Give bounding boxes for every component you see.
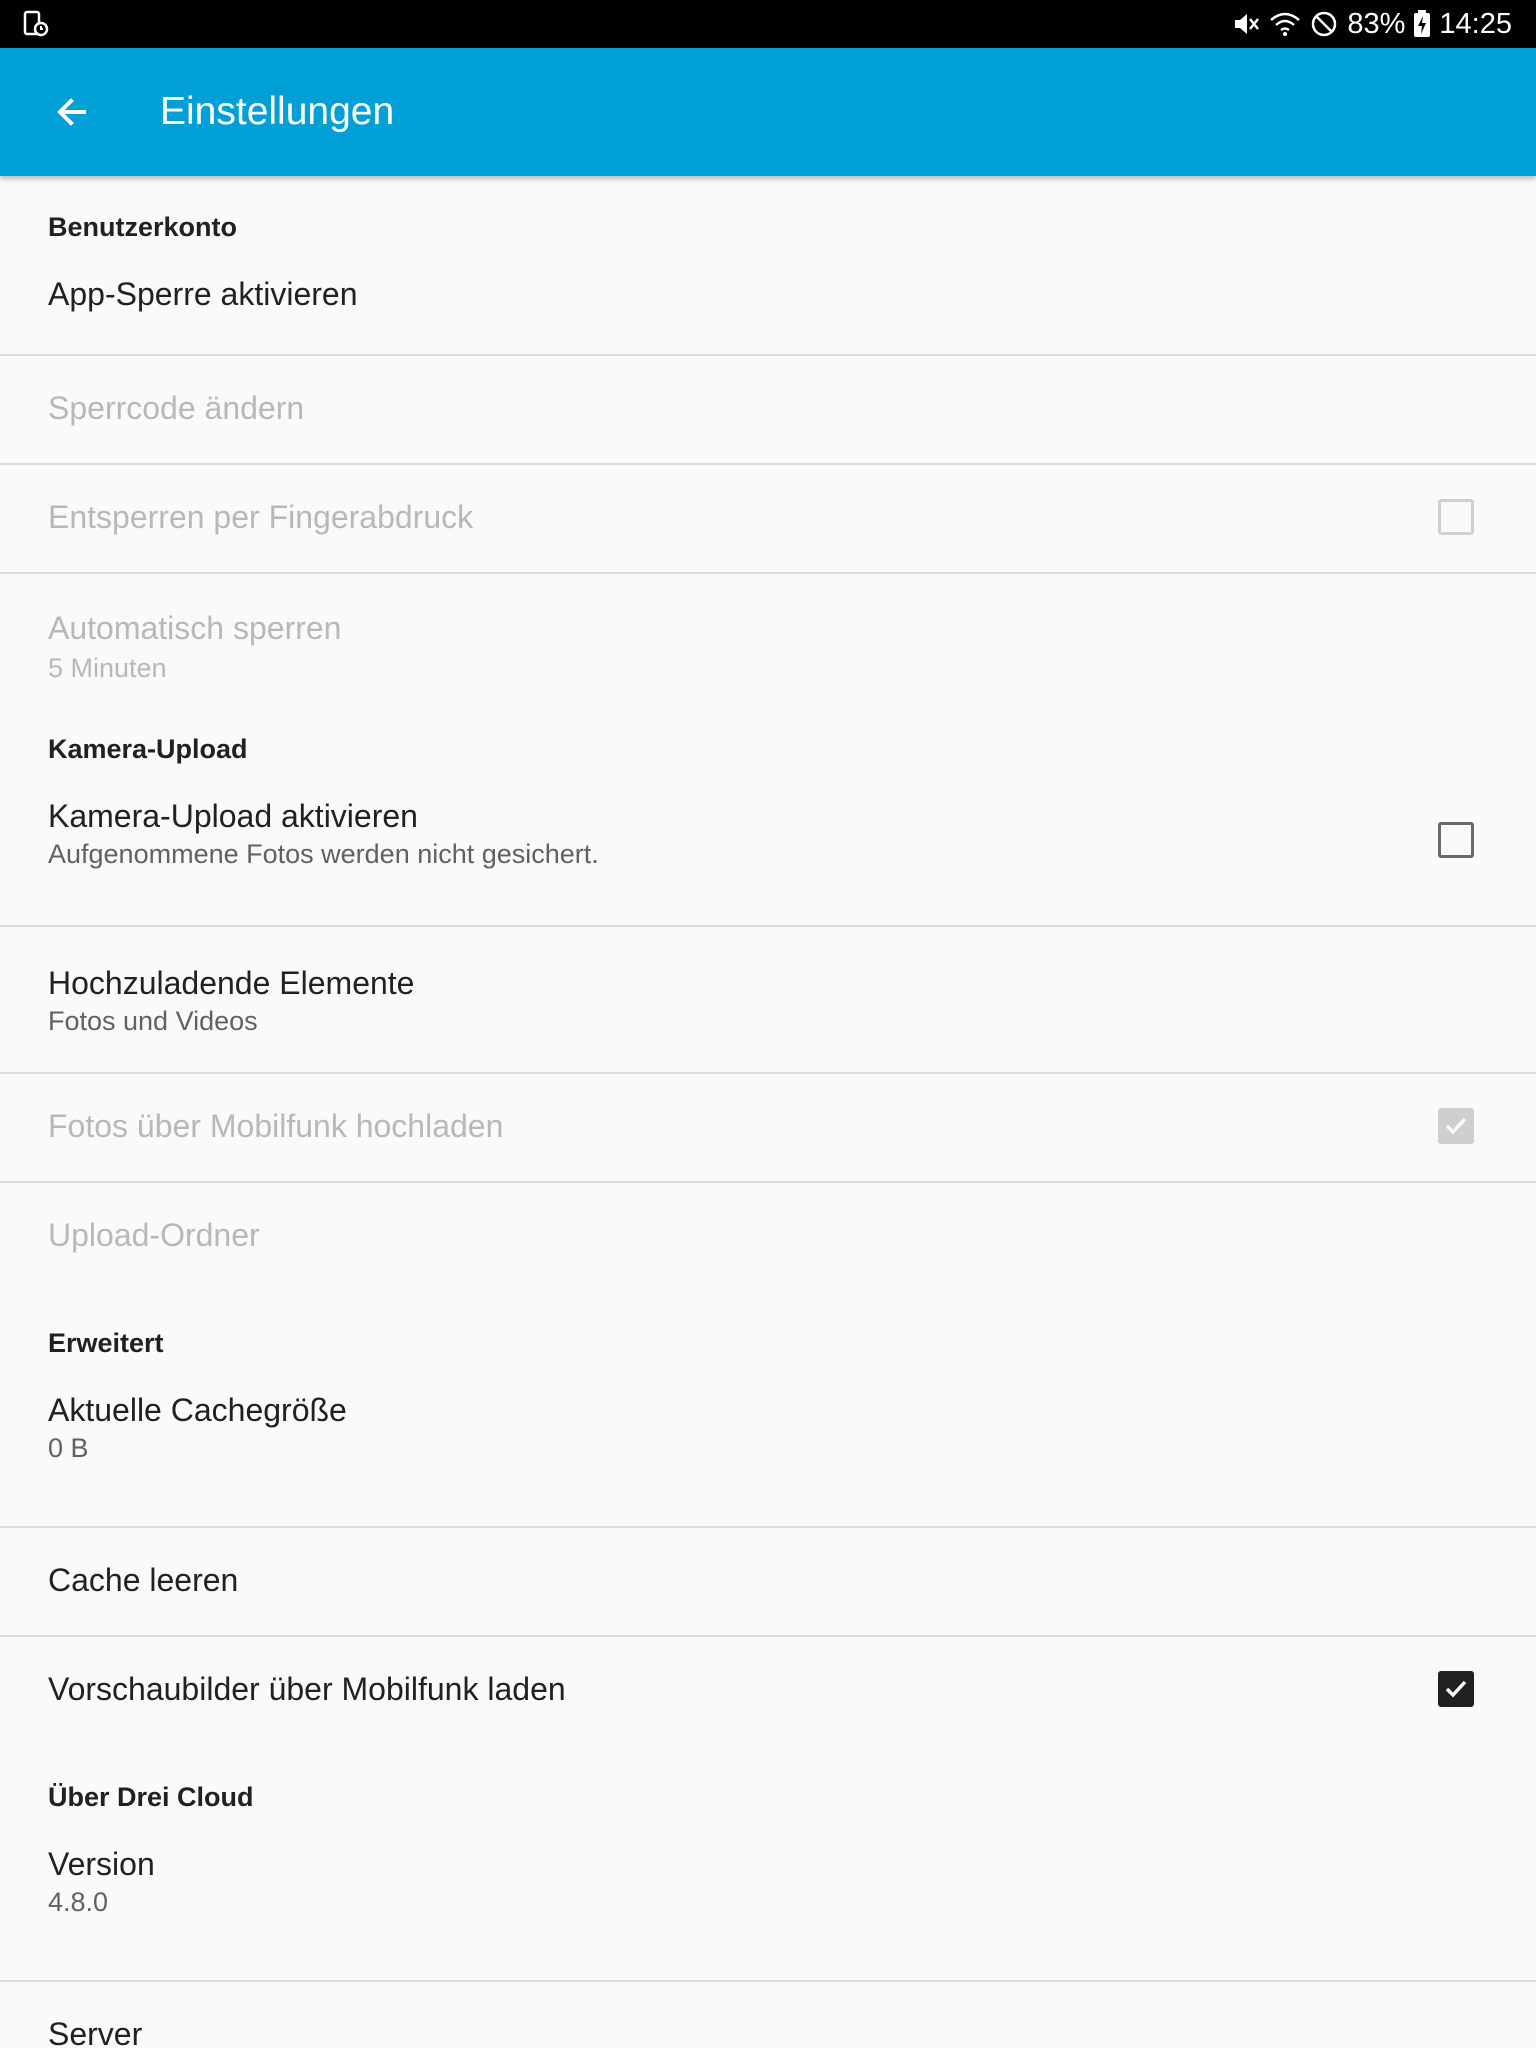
pref-summary: Fotos und Videos xyxy=(48,1006,258,1036)
status-icons: 83% 14:25 xyxy=(1231,0,1512,48)
pref-clear-cache[interactable]: Cache leeren xyxy=(0,1528,1536,1637)
fingerprint-checkbox[interactable] xyxy=(1438,499,1474,535)
pref-title: Automatisch sperren xyxy=(48,610,342,646)
status-bar: 83% 14:25 xyxy=(0,0,1536,48)
pref-upload-elements[interactable]: Hochzuladende Elemente Fotos und Videos xyxy=(0,927,1536,1074)
page-title: Einstellungen xyxy=(160,90,395,133)
pref-title: Fotos über Mobilfunk hochladen xyxy=(48,1108,504,1144)
pref-cache-size[interactable]: Aktuelle Cachegröße 0 B xyxy=(0,1382,1536,1528)
pref-title: Upload-Ordner xyxy=(48,1217,260,1253)
settings-list: Benutzerkonto App-Sperre aktivieren Sper… xyxy=(0,176,1536,2048)
pref-title: Cache leeren xyxy=(48,1562,239,1598)
pref-title: Kamera-Upload aktivieren xyxy=(48,798,418,834)
pref-camera-upload-enable[interactable]: Kamera-Upload aktivieren Aufgenommene Fo… xyxy=(0,788,1536,927)
section-header-advanced: Erweitert xyxy=(48,1328,164,1358)
pref-summary: 0 B xyxy=(48,1433,89,1463)
section-header-account: Benutzerkonto xyxy=(48,212,237,242)
pref-title: Version xyxy=(48,1846,155,1882)
camera-upload-checkbox[interactable] xyxy=(1438,822,1474,858)
pref-auto-lock[interactable]: Automatisch sperren 5 Minuten xyxy=(0,574,1536,698)
check-icon xyxy=(1445,1680,1467,1698)
pref-summary: 4.8.0 xyxy=(48,1887,109,1917)
section-header-about: Über Drei Cloud xyxy=(48,1782,254,1812)
pref-title: App-Sperre aktivieren xyxy=(48,276,358,312)
pref-change-lock-code[interactable]: Sperrcode ändern xyxy=(0,356,1536,465)
pref-title: Entsperren per Fingerabdruck xyxy=(48,499,474,535)
pref-upload-folder[interactable]: Upload-Ordner xyxy=(0,1183,1536,1292)
check-icon xyxy=(1445,1117,1467,1135)
pref-summary: 5 Minuten xyxy=(48,653,167,683)
pref-summary: Aufgenommene Fotos werden nicht gesicher… xyxy=(48,839,599,869)
back-button[interactable] xyxy=(38,78,106,146)
pref-title: Sperrcode ändern xyxy=(48,390,305,426)
pref-title: Hochzuladende Elemente xyxy=(48,965,415,1001)
screen-rotate-icon xyxy=(22,10,50,38)
mute-icon xyxy=(1231,9,1261,39)
pref-title: Server xyxy=(48,2016,143,2048)
mobile-upload-checkbox[interactable] xyxy=(1438,1108,1474,1144)
thumbnails-checkbox[interactable] xyxy=(1438,1671,1474,1707)
pref-upload-via-mobile[interactable]: Fotos über Mobilfunk hochladen xyxy=(0,1074,1536,1183)
battery-charging-icon xyxy=(1413,9,1431,39)
clock: 14:25 xyxy=(1439,7,1512,40)
section-header-camera-upload: Kamera-Upload xyxy=(48,734,248,764)
pref-app-lock[interactable]: App-Sperre aktivieren xyxy=(0,266,1536,356)
pref-fingerprint-unlock[interactable]: Entsperren per Fingerabdruck xyxy=(0,465,1536,574)
arrow-back-icon xyxy=(57,98,86,126)
pref-thumbnails-mobile[interactable]: Vorschaubilder über Mobilfunk laden xyxy=(0,1637,1536,1746)
do-not-disturb-icon xyxy=(1309,9,1339,39)
wifi-icon xyxy=(1269,9,1301,39)
pref-title: Aktuelle Cachegröße xyxy=(48,1392,347,1428)
pref-title: Vorschaubilder über Mobilfunk laden xyxy=(48,1671,566,1707)
battery-percent: 83% xyxy=(1347,7,1406,40)
pref-server[interactable]: Server xyxy=(0,1982,1536,2048)
pref-version[interactable]: Version 4.8.0 xyxy=(0,1836,1536,1982)
app-bar: Einstellungen xyxy=(0,48,1536,176)
